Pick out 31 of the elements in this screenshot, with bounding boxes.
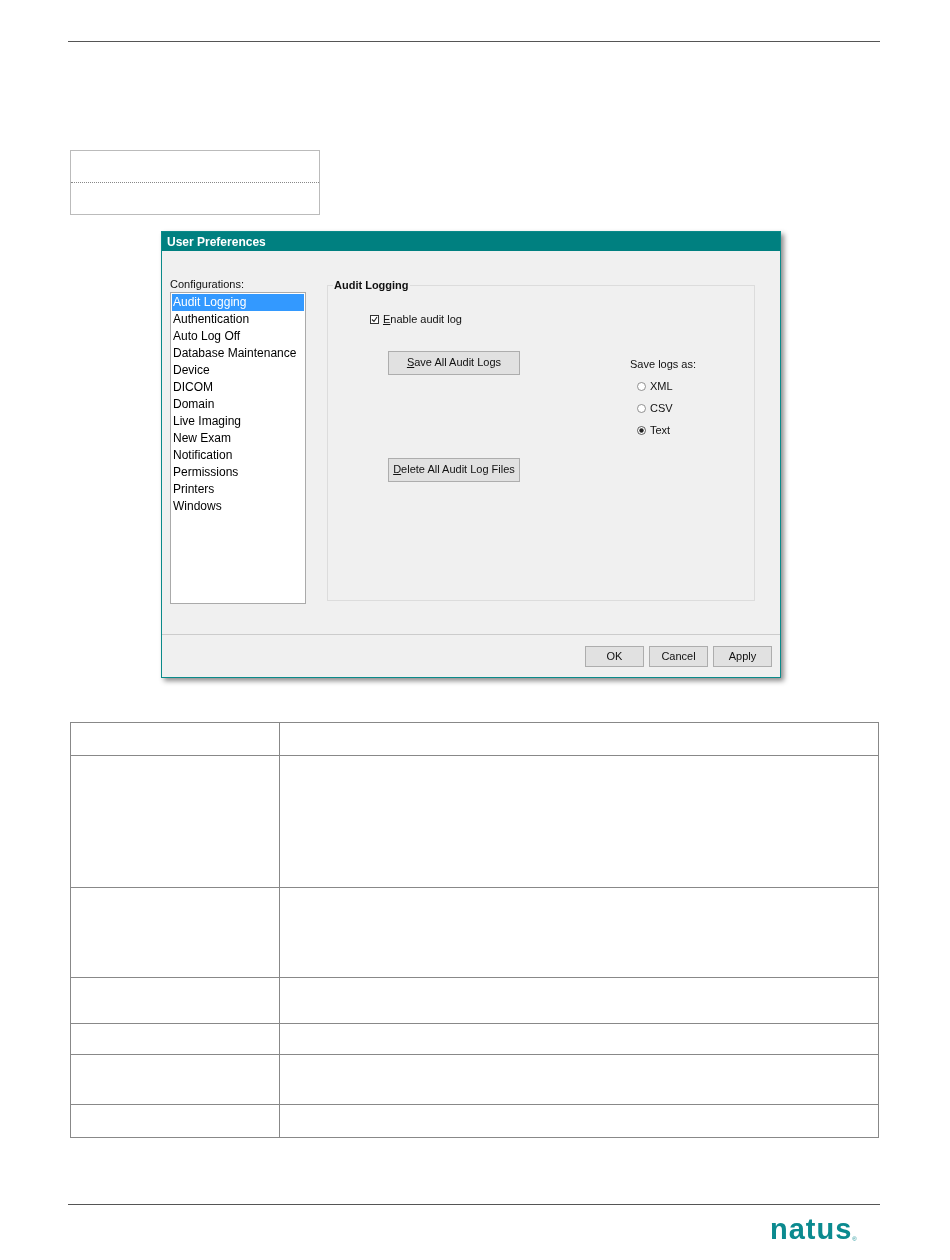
window-title: User Preferences	[162, 232, 780, 251]
dialog-button[interactable]: Apply	[713, 646, 772, 667]
list-item[interactable]: Live Imaging	[172, 413, 304, 430]
list-item[interactable]: Domain	[172, 396, 304, 413]
format-label: Save logs as:	[630, 357, 697, 371]
radio-label: CSV	[650, 400, 673, 416]
list-item[interactable]: DICOM	[172, 379, 304, 396]
list-item[interactable]: New Exam	[172, 430, 304, 447]
radio-label: Text	[650, 422, 671, 438]
radio-label: XML	[650, 378, 673, 394]
list-item[interactable]: Device	[172, 362, 304, 379]
list-item[interactable]: Database Maintenance	[172, 345, 304, 362]
list-item[interactable]: Notification	[172, 447, 304, 464]
delete-logs-button[interactable]: Delete All Audit Log Files	[388, 457, 520, 482]
radio-button[interactable]	[637, 403, 646, 413]
list-item[interactable]: Permissions	[172, 464, 304, 481]
dialog-button[interactable]: OK	[585, 646, 644, 667]
dialog-button[interactable]: Cancel	[649, 646, 708, 667]
save-logs-button[interactable]: Save All Audit Logs	[388, 350, 520, 375]
checkbox-label: Enable audit log	[383, 312, 462, 327]
list-item[interactable]: Printers	[172, 481, 304, 498]
radio-button[interactable]	[637, 381, 646, 391]
list-item[interactable]: Windows	[172, 498, 304, 515]
checkbox[interactable]	[370, 314, 379, 324]
logo: natus	[770, 1215, 853, 1243]
list-label: Configurations:	[170, 278, 245, 291]
list-item[interactable]: Auto Log Off	[172, 328, 304, 345]
list-item[interactable]: Authentication	[172, 311, 304, 328]
check-icon	[371, 315, 378, 323]
group-title: Audit Logging	[333, 279, 410, 292]
radio-button[interactable]	[637, 425, 646, 435]
